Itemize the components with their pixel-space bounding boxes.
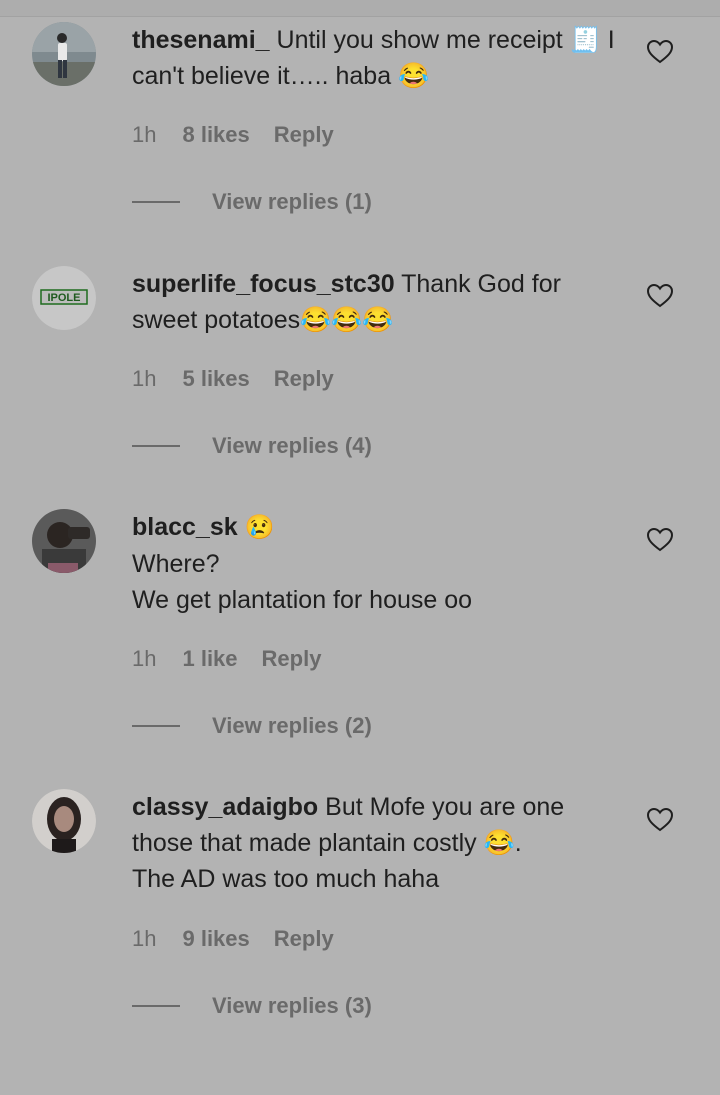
view-replies-button[interactable]: View replies (4) xyxy=(132,433,372,459)
avatar[interactable] xyxy=(32,22,96,86)
likes-count[interactable]: 9 likes xyxy=(182,926,249,952)
comment-text-line: Where? xyxy=(132,550,220,578)
view-replies-button[interactable]: View replies (1) xyxy=(132,189,372,215)
avatar[interactable] xyxy=(32,789,96,853)
heart-icon[interactable] xyxy=(647,808,673,832)
reply-button[interactable]: Reply xyxy=(274,122,334,148)
reply-button[interactable]: Reply xyxy=(274,366,334,392)
view-replies-label: View replies (2) xyxy=(212,713,372,738)
avatar-logo-text: IPOLE xyxy=(47,292,80,304)
avatar[interactable] xyxy=(32,509,96,573)
likes-count[interactable]: 1 like xyxy=(182,646,237,672)
comment-text-line: We get plantation for house oo xyxy=(132,586,473,614)
comment-meta: 1h 8 likes Reply xyxy=(132,122,334,148)
timestamp: 1h xyxy=(132,926,157,951)
view-replies-label: View replies (3) xyxy=(212,993,372,1018)
divider-line xyxy=(132,445,180,447)
heart-icon[interactable] xyxy=(647,528,673,552)
heart-icon[interactable] xyxy=(647,284,673,308)
comment-meta: 1h 5 likes Reply xyxy=(132,366,334,392)
comment-body: superlife_focus_stc30 Thank God for swee… xyxy=(132,266,622,338)
divider-line xyxy=(132,1005,180,1007)
top-divider xyxy=(0,0,720,17)
username[interactable]: superlife_focus_stc30 xyxy=(132,270,395,298)
view-replies-label: View replies (1) xyxy=(212,189,372,214)
reply-button[interactable]: Reply xyxy=(262,646,322,672)
divider-line xyxy=(132,201,180,203)
username[interactable]: classy_adaigbo xyxy=(132,793,318,821)
divider-line xyxy=(132,725,180,727)
comment-emoji: 😢 xyxy=(244,514,275,541)
username[interactable]: blacc_sk xyxy=(132,513,238,541)
comment-body: classy_adaigbo But Mofe you are one thos… xyxy=(132,789,622,897)
comment-body: blacc_sk 😢 Where? We get plantation for … xyxy=(132,509,622,618)
view-replies-button[interactable]: View replies (3) xyxy=(132,993,372,1019)
likes-count[interactable]: 5 likes xyxy=(182,366,249,392)
heart-icon[interactable] xyxy=(647,40,673,64)
timestamp: 1h xyxy=(132,366,157,391)
view-replies-button[interactable]: View replies (2) xyxy=(132,713,372,739)
comment-body: thesenami_ Until you show me receipt 🧾 I… xyxy=(132,22,622,94)
avatar[interactable]: IPOLE xyxy=(32,266,96,330)
view-replies-label: View replies (4) xyxy=(212,433,372,458)
comment-meta: 1h 1 like Reply xyxy=(132,646,321,672)
likes-count[interactable]: 8 likes xyxy=(182,122,249,148)
comment-text-line: The AD was too much haha xyxy=(132,865,440,893)
timestamp: 1h xyxy=(132,646,157,671)
comment-meta: 1h 9 likes Reply xyxy=(132,926,334,952)
username[interactable]: thesenami_ xyxy=(132,26,270,54)
timestamp: 1h xyxy=(132,122,157,147)
reply-button[interactable]: Reply xyxy=(274,926,334,952)
